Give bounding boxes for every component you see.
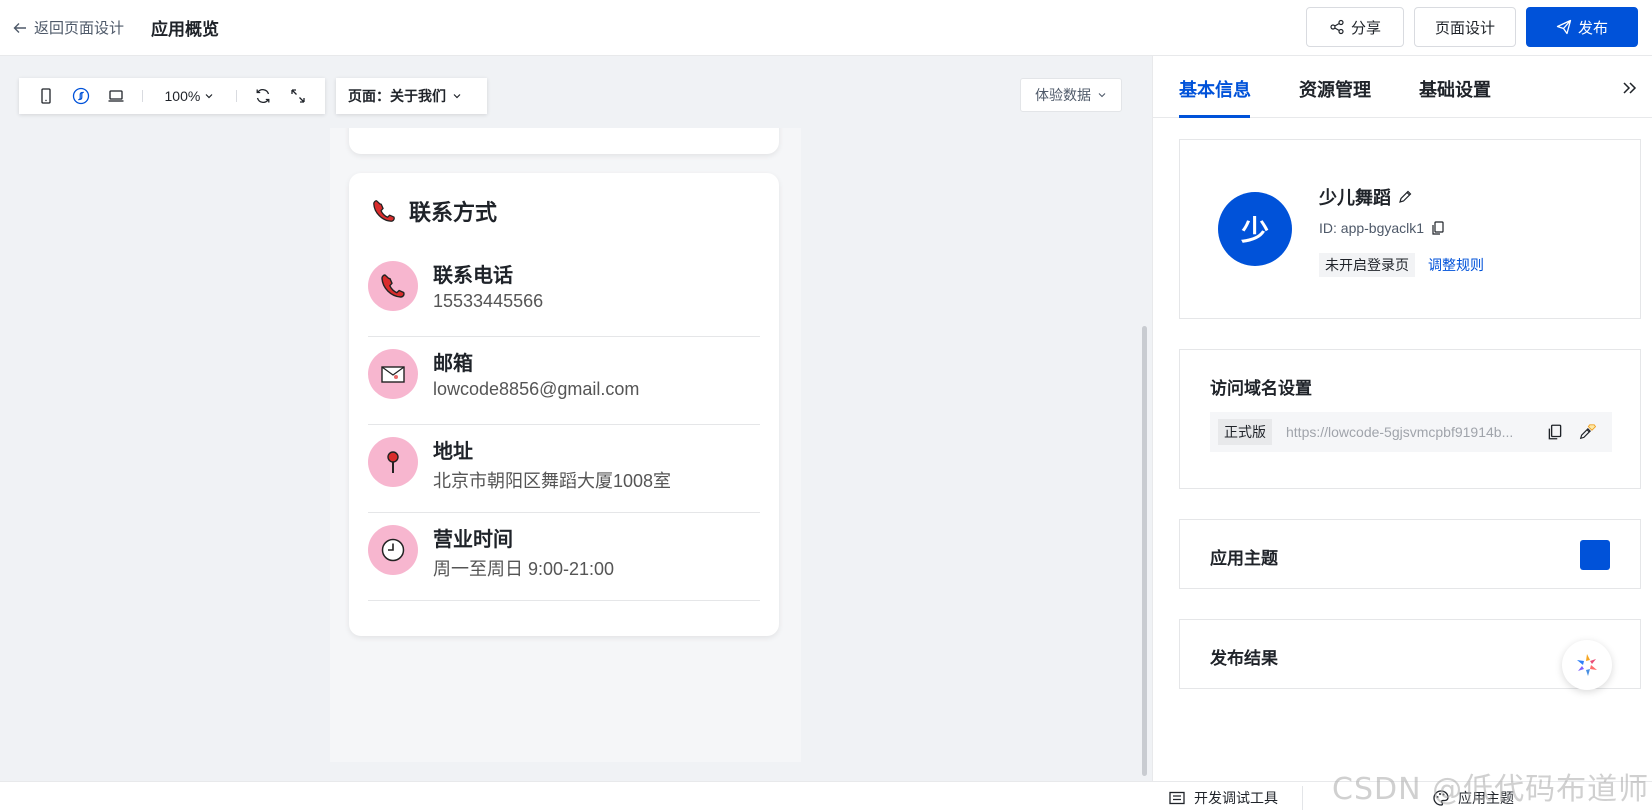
refresh-icon [256,88,270,104]
back-label: 返回页面设计 [34,20,125,37]
domain-settings-title: 访问域名设置 [1210,379,1312,398]
page-design-button[interactable]: 页面设计 [1414,7,1516,47]
copy-icon[interactable] [1430,220,1446,236]
top-bar: 返回页面设计 应用概览 分享 页面设计 发布 [0,0,1652,56]
envelope-icon [381,366,405,383]
tab-resource-management[interactable]: 资源管理 [1299,76,1371,102]
panel-tabs: 基本信息 资源管理 基础设置 [1153,56,1652,118]
phone-preview: 联系方式 联系电话 15533445566 邮箱 lowcode8856@gma… [330,128,801,762]
device-toolbar: 100% [19,78,325,114]
app-name: 少儿舞蹈 [1319,184,1413,210]
contact-card-header: 联系方式 [371,195,497,227]
miniprogram-view-button[interactable] [64,78,99,114]
fullscreen-button[interactable] [280,78,315,114]
edit-icon[interactable] [1397,189,1413,205]
devtools-icon [1169,791,1185,805]
chevron-down-icon [1098,93,1106,98]
domain-settings-card: 访问域名设置 正式版 https://lowcode-5gjsvmcpbf919… [1179,349,1641,489]
page-select[interactable]: 页面：关于我们 [336,78,487,114]
expand-icon [290,89,305,103]
clock-icon [381,538,405,562]
send-icon [1556,19,1572,35]
adjust-rule-link[interactable]: 调整规则 [1428,255,1484,275]
app-theme-title: 应用主题 [1210,549,1278,568]
edit-premium-icon[interactable] [1578,423,1596,441]
active-tab-indicator [1179,115,1250,118]
arrow-left-icon [13,22,26,33]
domain-url[interactable]: https://lowcode-5gjsvmcpbf91914b... [1286,424,1532,440]
refresh-button[interactable] [245,78,280,114]
contact-label: 联系电话 [433,265,513,287]
page-title: 应用概览 [151,20,219,39]
contact-icon-circle [368,525,418,575]
dev-tools-label: 开发调试工具 [1194,790,1278,806]
experience-data-label: 体验数据 [1035,87,1091,103]
back-button[interactable]: 返回页面设计 [12,17,124,38]
app-avatar: 少 [1218,192,1292,266]
watermark: CSDN @低代码布道师 [1332,772,1650,807]
phone-icon [373,200,395,222]
chevron-down-icon [453,94,461,99]
contact-label: 地址 [433,441,473,463]
contact-value: 15533445566 [433,291,544,311]
pin-icon [387,451,399,473]
app-info-card: 少 少儿舞蹈 ID: app-bgyaclk1 未开启登录页 调整规则 [1179,139,1641,319]
tab-basic-info[interactable]: 基本信息 [1179,76,1251,102]
app-id: ID: app-bgyaclk1 [1319,220,1446,236]
app-name-text: 少儿舞蹈 [1319,188,1391,208]
canvas-scrollbar[interactable] [1142,326,1147,776]
publish-button[interactable]: 发布 [1526,7,1638,47]
bottom-divider [1302,786,1303,810]
contact-card-title: 联系方式 [409,200,498,225]
chevron-down-icon [205,94,213,99]
dev-tools-button[interactable]: 开发调试工具 [1168,788,1278,808]
previous-card [349,128,779,154]
domain-row: 正式版 https://lowcode-5gjsvmcpbf91914b... [1210,412,1612,452]
share-label: 分享 [1350,19,1381,37]
tab-basic-settings[interactable]: 基础设置 [1419,76,1491,102]
contact-item-phone[interactable]: 联系电话 15533445566 [368,245,760,337]
phone-icon [381,274,405,298]
pinwheel-icon [1577,654,1597,676]
publish-label: 发布 [1577,19,1608,37]
login-status-badge: 未开启登录页 [1319,253,1415,277]
zoom-value: 100% [164,88,201,104]
contact-icon-circle [368,261,418,311]
contact-label: 营业时间 [433,529,513,551]
miniprogram-icon [73,87,90,105]
contact-label: 邮箱 [433,353,473,375]
app-id-text: ID: app-bgyaclk1 [1319,220,1425,236]
desktop-view-button[interactable] [99,78,134,114]
collapse-panel-icon[interactable] [1619,78,1639,98]
contact-item-address[interactable]: 地址 北京市朝阳区舞蹈大厦1008室 [368,421,760,513]
contact-icon-circle [368,437,418,487]
mobile-icon [41,88,52,104]
toolbar-divider [236,90,238,102]
contact-value: 北京市朝阳区舞蹈大厦1008室 [433,471,672,491]
copy-icon[interactable] [1546,423,1564,441]
contact-value: 周一至周日 9:00-21:00 [433,559,615,579]
publish-result-title: 发布结果 [1210,649,1278,668]
experience-data-select[interactable]: 体验数据 [1020,78,1122,112]
contact-value: lowcode8856@gmail.com [433,379,640,399]
assistant-float-button[interactable] [1562,640,1612,690]
version-badge: 正式版 [1218,419,1272,445]
share-icon [1330,19,1344,35]
contact-item-email[interactable]: 邮箱 lowcode8856@gmail.com [368,333,760,425]
page-design-label: 页面设计 [1434,19,1495,37]
laptop-icon [108,90,124,102]
mobile-view-button[interactable] [29,78,64,114]
app-theme-card: 应用主题 [1179,519,1641,589]
zoom-select[interactable]: 100% [151,88,229,104]
contact-item-hours[interactable]: 营业时间 周一至周日 9:00-21:00 [368,509,760,601]
share-button[interactable]: 分享 [1306,7,1404,47]
contact-icon-circle [368,349,418,399]
theme-color-swatch[interactable] [1580,540,1610,570]
toolbar-divider [141,90,143,102]
page-select-label: 页面：关于我们 [348,88,446,104]
contact-card: 联系方式 联系电话 15533445566 邮箱 lowcode8856@gma… [349,173,779,636]
design-canvas: 100% 页面：关于我们 体验数据 联系方式 联系电话 15533445566 … [0,56,1152,781]
